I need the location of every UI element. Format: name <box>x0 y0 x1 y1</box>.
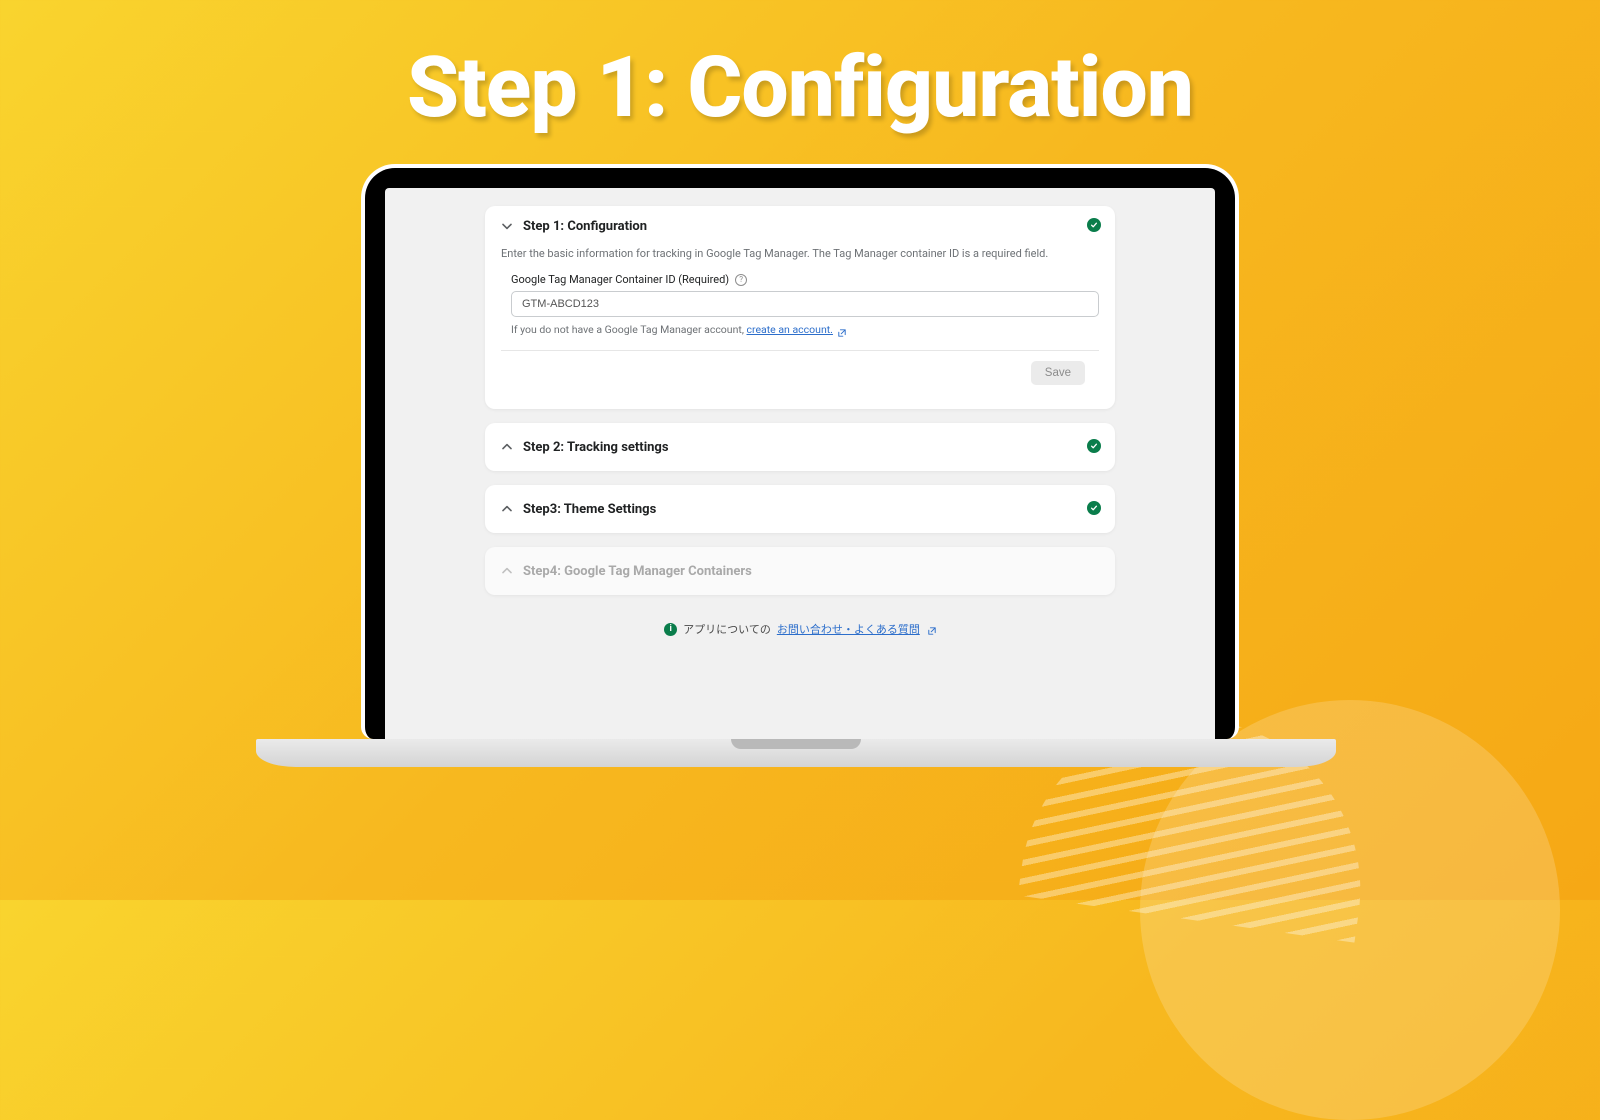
step2-card: Step 2: Tracking settings <box>485 423 1115 471</box>
hero-title: Step 1: Configuration <box>0 0 1600 137</box>
check-icon <box>1087 439 1101 453</box>
laptop-notch <box>731 739 861 749</box>
create-account-link[interactable]: create an account. <box>747 323 833 336</box>
check-icon <box>1087 501 1101 515</box>
external-link-icon <box>928 625 936 633</box>
footer-link-row: i アプリについてのお問い合わせ・よくある質問 <box>485 621 1115 637</box>
step1-header[interactable]: Step 1: Configuration <box>485 206 1115 246</box>
check-icon <box>1087 218 1101 232</box>
footer-prefix: アプリについての <box>683 621 771 637</box>
step4-card: Step4: Google Tag Manager Containers <box>485 547 1115 595</box>
info-icon: i <box>664 623 677 636</box>
chevron-up-icon <box>499 501 515 517</box>
gtm-id-input[interactable] <box>511 291 1099 317</box>
external-link-icon <box>838 327 846 335</box>
step3-header[interactable]: Step3: Theme Settings <box>485 485 1115 533</box>
footer-help-link[interactable]: お問い合わせ・よくある質問 <box>777 621 920 637</box>
chevron-up-icon <box>499 563 515 579</box>
help-icon[interactable]: ? <box>735 274 747 286</box>
chevron-down-icon <box>499 218 515 234</box>
step1-description: Enter the basic information for tracking… <box>501 246 1099 261</box>
helper-prefix: If you do not have a Google Tag Manager … <box>511 323 747 336</box>
step1-card: Step 1: Configuration Enter the basic in… <box>485 206 1115 409</box>
gtm-id-label: Google Tag Manager Container ID (Require… <box>511 273 729 286</box>
step3-card: Step3: Theme Settings <box>485 485 1115 533</box>
step4-header: Step4: Google Tag Manager Containers <box>485 547 1115 595</box>
step1-footer: Save <box>501 350 1099 395</box>
chevron-up-icon <box>499 439 515 455</box>
gtm-helper-text: If you do not have a Google Tag Manager … <box>511 323 1099 336</box>
step2-header[interactable]: Step 2: Tracking settings <box>485 423 1115 471</box>
laptop-base <box>256 739 1336 767</box>
app-viewport: Step 1: Configuration Enter the basic in… <box>385 188 1215 739</box>
laptop-mockup: Step 1: Configuration Enter the basic in… <box>361 164 1239 767</box>
step3-title: Step3: Theme Settings <box>523 502 656 517</box>
step2-title: Step 2: Tracking settings <box>523 440 669 455</box>
step4-title: Step4: Google Tag Manager Containers <box>523 564 752 579</box>
save-button[interactable]: Save <box>1031 361 1085 385</box>
laptop-screen: Step 1: Configuration Enter the basic in… <box>361 164 1239 739</box>
step1-title: Step 1: Configuration <box>523 219 647 234</box>
